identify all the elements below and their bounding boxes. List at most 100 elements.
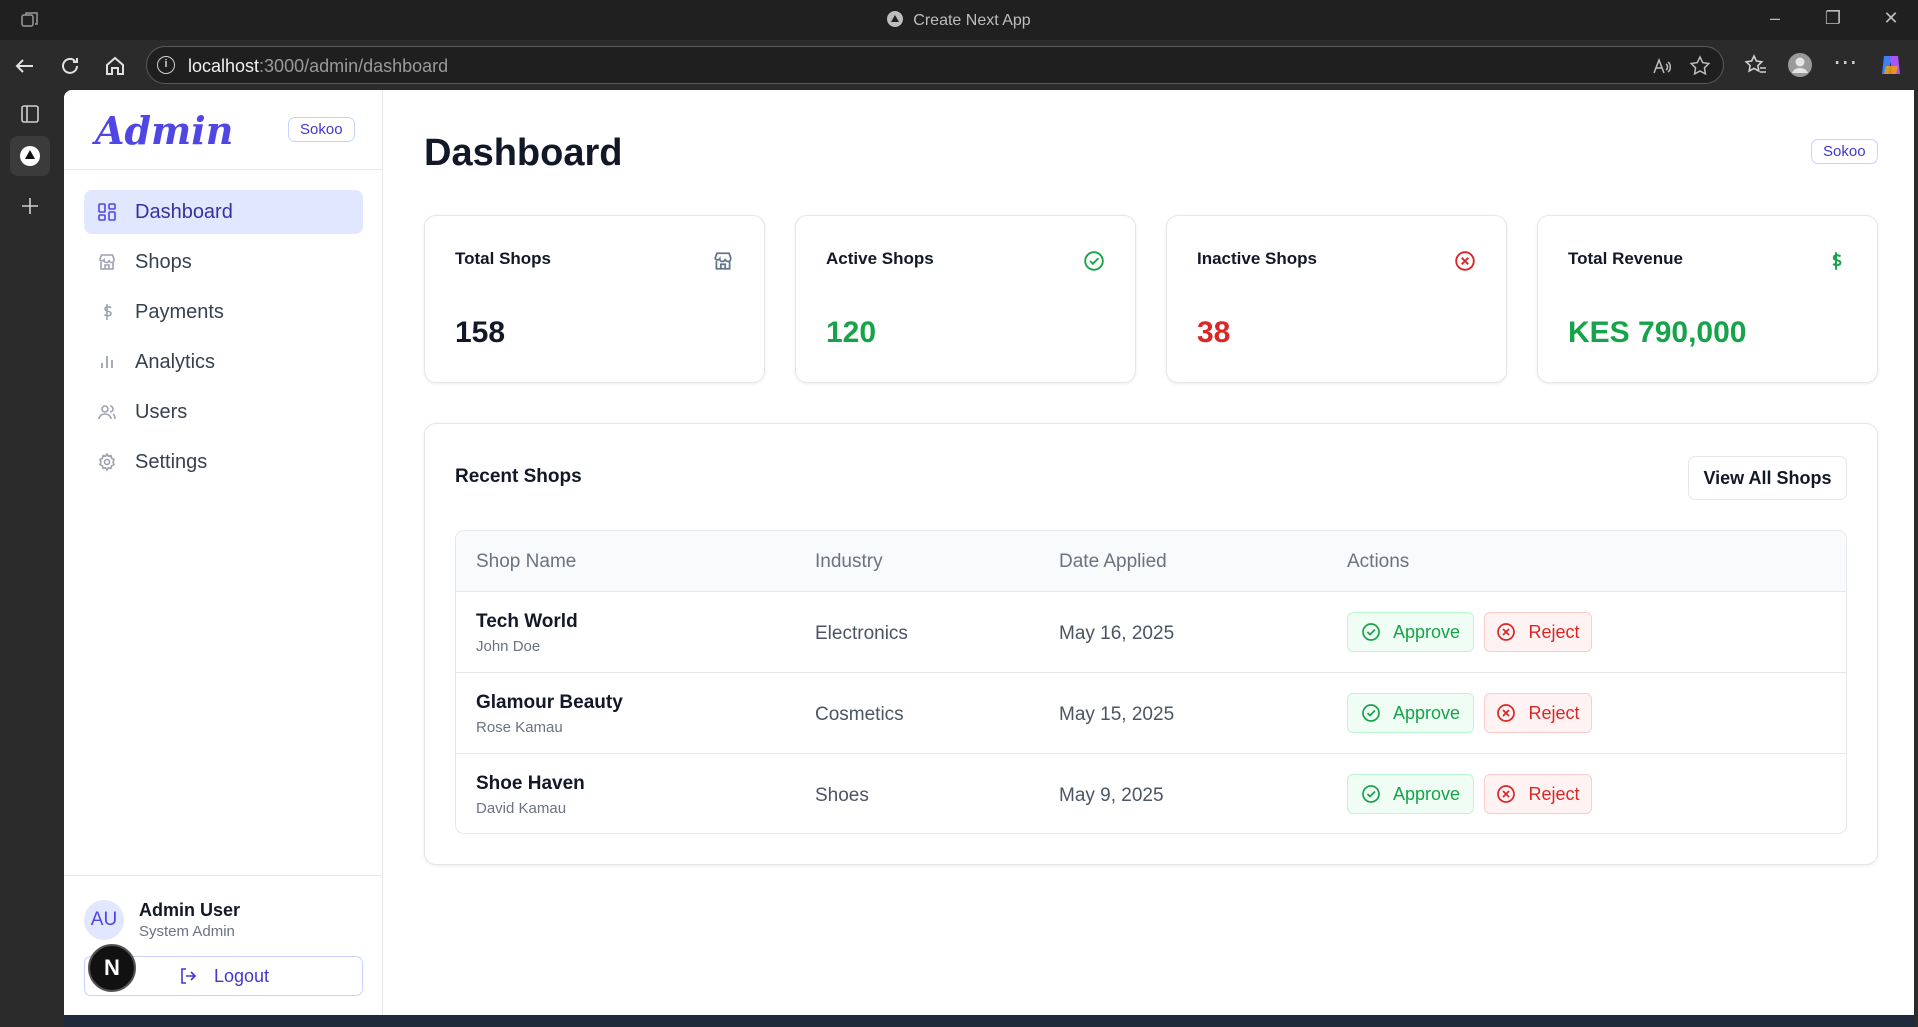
table-header: Shop Name Industry Date Applied Actions [456, 531, 1846, 592]
nextjs-favicon-icon [887, 11, 904, 27]
approve-button[interactable]: Approve [1347, 612, 1474, 652]
browser-titlebar: Create Next App – ❐ ✕ [0, 0, 1918, 40]
shop-name: Shoe Haven [476, 773, 585, 794]
reject-label: Reject [1528, 702, 1580, 723]
reject-button[interactable]: Reject [1484, 693, 1592, 733]
column-header-shop-name: Shop Name [476, 551, 577, 572]
table-row: Tech World John Doe Electronics May 16, … [456, 592, 1846, 673]
home-icon[interactable] [101, 52, 129, 80]
read-aloud-icon[interactable] [1651, 56, 1673, 78]
reject-label: Reject [1528, 621, 1580, 642]
recent-shops-table: Shop Name Industry Date Applied Actions … [455, 530, 1847, 834]
stat-value: 120 [826, 316, 877, 349]
gear-icon [98, 452, 116, 472]
user-name: Admin User [139, 900, 241, 920]
stat-card-active-shops: Active Shops 120 [795, 215, 1136, 383]
favorites-icon[interactable] [1743, 52, 1769, 78]
header-badge: Sokoo [1811, 139, 1878, 164]
close-icon[interactable]: ✕ [1879, 8, 1903, 29]
sidebar-item-label: Users [135, 400, 188, 423]
sidebar-item-users[interactable]: Users [84, 390, 363, 434]
profile-avatar-icon[interactable] [1787, 52, 1813, 78]
store-icon [714, 252, 732, 270]
stat-label: Inactive Shops [1197, 249, 1317, 268]
shop-industry: Cosmetics [815, 704, 904, 725]
nextjs-favicon-icon [20, 146, 40, 166]
users-icon [98, 405, 116, 420]
sidebar-brand-badge: Sokoo [288, 117, 355, 142]
approve-button[interactable]: Approve [1347, 693, 1474, 733]
more-options-icon[interactable]: ⋯ [1832, 48, 1858, 76]
sidebar-item-label: Shops [135, 250, 192, 273]
shop-industry: Electronics [815, 623, 908, 644]
app-viewport: Admin Sokoo Dashboard Shops Payments Ana… [64, 90, 1914, 1015]
check-circle-icon [1362, 704, 1380, 722]
avatar: AU [84, 900, 124, 940]
approve-label: Approve [1392, 783, 1461, 804]
stat-value: 158 [455, 316, 506, 349]
active-tab-favicon[interactable] [10, 136, 50, 176]
restore-icon[interactable]: ❐ [1821, 8, 1845, 29]
page-title: Dashboard [424, 132, 623, 174]
reload-icon[interactable] [56, 52, 84, 80]
check-circle-icon [1084, 251, 1104, 271]
nextjs-dev-badge[interactable]: N [88, 944, 136, 992]
approve-button[interactable]: Approve [1347, 774, 1474, 814]
browser-vertical-rail [0, 90, 64, 1027]
check-circle-icon [1362, 785, 1380, 803]
shop-owner: David Kamau [476, 800, 567, 817]
sidebar-item-label: Analytics [135, 350, 216, 373]
minimize-icon[interactable]: – [1763, 8, 1787, 29]
address-bar[interactable]: i localhost:3000/admin/dashboard [146, 46, 1724, 84]
stat-label: Total Revenue [1568, 249, 1683, 268]
stat-value: 38 [1197, 316, 1231, 349]
table-row: Glamour Beauty Rose Kamau Cosmetics May … [456, 673, 1846, 754]
sidebar-item-analytics[interactable]: Analytics [84, 340, 363, 384]
x-circle-icon [1497, 623, 1516, 641]
sidebar: Admin Sokoo Dashboard Shops Payments Ana… [64, 90, 383, 1015]
shop-owner: John Doe [476, 638, 541, 655]
reject-button[interactable]: Reject [1484, 774, 1592, 814]
dollar-icon [103, 304, 112, 320]
stat-label: Active Shops [826, 249, 934, 268]
logout-icon [181, 968, 197, 984]
shop-industry: Shoes [815, 785, 869, 806]
sidebar-footer-divider [64, 875, 383, 876]
tab-actions-icon[interactable] [16, 100, 44, 128]
site-info-icon[interactable]: i [157, 56, 175, 74]
window-title: Create Next App [0, 11, 1918, 30]
table-row: Shoe Haven David Kamau Shoes May 9, 2025… [456, 754, 1846, 833]
sidebar-item-dashboard[interactable]: Dashboard [84, 190, 363, 234]
sidebar-item-label: Settings [135, 450, 208, 473]
stat-card-total-shops: Total Shops 158 [424, 215, 765, 383]
sidebar-divider [64, 169, 383, 170]
logout-label: Logout [213, 965, 270, 986]
column-header-date-applied: Date Applied [1059, 551, 1167, 572]
copilot-icon[interactable] [1878, 52, 1904, 78]
shop-date-applied: May 9, 2025 [1059, 785, 1164, 806]
shop-date-applied: May 16, 2025 [1059, 623, 1175, 644]
sidebar-item-settings[interactable]: Settings [84, 440, 363, 484]
new-tab-plus-icon[interactable] [16, 192, 44, 220]
shop-owner: Rose Kamau [476, 719, 563, 736]
url-text[interactable]: localhost:3000/admin/dashboard [188, 56, 448, 77]
stat-card-total-revenue: Total Revenue KES 790,000 [1537, 215, 1878, 383]
sidebar-item-label: Payments [135, 300, 224, 323]
stat-card-inactive-shops: Inactive Shops 38 [1166, 215, 1507, 383]
approve-label: Approve [1392, 702, 1461, 723]
view-all-shops-button[interactable]: View All Shops [1688, 456, 1847, 500]
check-circle-icon [1362, 623, 1380, 641]
recent-shops-card: Recent Shops View All Shops Shop Name In… [424, 423, 1878, 865]
reject-button[interactable]: Reject [1484, 612, 1592, 652]
favorite-star-icon[interactable] [1689, 55, 1711, 77]
x-circle-icon [1455, 251, 1475, 271]
x-circle-icon [1497, 704, 1516, 722]
sidebar-item-shops[interactable]: Shops [84, 240, 363, 284]
user-role: System Admin [139, 923, 235, 940]
shop-date-applied: May 15, 2025 [1059, 704, 1175, 725]
brand-logo: Admin [95, 108, 234, 153]
back-icon[interactable] [11, 52, 39, 80]
approve-label: Approve [1392, 621, 1461, 642]
dollar-icon [1832, 252, 1842, 270]
sidebar-item-payments[interactable]: Payments [84, 290, 363, 334]
